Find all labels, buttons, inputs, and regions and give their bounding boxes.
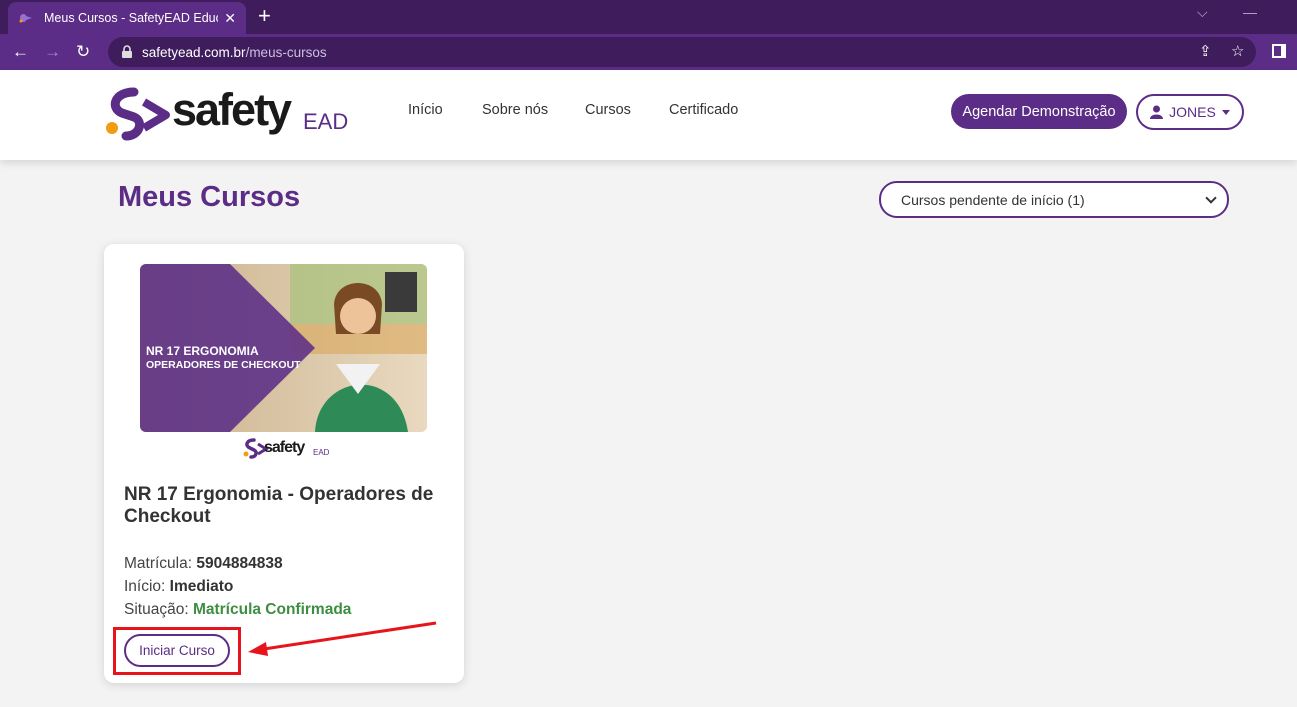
tab-title: Meus Cursos - SafetyEAD Educaç — [44, 11, 219, 25]
schedule-demo-button[interactable]: Agendar Demonstração — [951, 94, 1127, 129]
lock-icon — [122, 45, 132, 58]
site-header: safety EAD Início Sobre nós Cursos Certi… — [0, 70, 1297, 160]
nav-inicio[interactable]: Início — [408, 102, 443, 118]
course-filter-select[interactable]: Cursos pendente de início (1) — [879, 181, 1229, 218]
back-icon[interactable]: ← — [12, 42, 29, 62]
thumbnail-title: NR 17 ERGONOMIA — [146, 344, 259, 358]
tab-close-icon[interactable]: ✕ — [224, 10, 236, 27]
mini-logo-suffix: EAD — [313, 448, 330, 457]
start-value: Imediato — [169, 578, 234, 595]
start-row: Início: Imediato — [124, 578, 234, 595]
enrollment-number: 5904884838 — [196, 555, 283, 572]
side-panel-icon[interactable] — [1272, 44, 1286, 58]
browser-tabstrip: Meus Cursos - SafetyEAD Educaç ✕ + ⌵ — — [0, 0, 1297, 34]
browser-tab[interactable]: Meus Cursos - SafetyEAD Educaç ✕ — [8, 2, 246, 34]
annotation-arrow-icon — [248, 621, 437, 656]
user-menu-button[interactable]: JONES — [1136, 94, 1244, 130]
reload-icon[interactable]: ↻ — [76, 42, 90, 62]
annotation-highlight-box — [113, 627, 241, 675]
url-text: safetyead.com.br/meus-cursos — [142, 44, 327, 60]
enrollment-row: Matrícula: 5904884838 — [124, 555, 283, 572]
address-bar[interactable]: safetyead.com.br/meus-cursos — [108, 37, 1256, 67]
course-title[interactable]: NR 17 Ergonomia - Operadores de Checkout — [124, 484, 444, 528]
chevron-down-icon — [1221, 109, 1230, 115]
forward-icon[interactable]: → — [44, 42, 61, 62]
logo-suffix: EAD — [303, 109, 349, 134]
nav-sobre-nos[interactable]: Sobre nós — [482, 102, 548, 118]
share-icon[interactable]: ⇪ — [1199, 42, 1212, 60]
site-favicon-icon — [18, 10, 34, 26]
tab-search-icon[interactable]: ⌵ — [1197, 4, 1208, 21]
nav-certificado[interactable]: Certificado — [669, 102, 738, 118]
new-tab-icon[interactable]: + — [258, 4, 271, 28]
page-title: Meus Cursos — [118, 181, 301, 213]
browser-toolbar: ← → ↻ safetyead.com.br/meus-cursos ⇪ ☆ — [0, 34, 1297, 70]
user-icon — [1150, 105, 1164, 119]
filter-selected-value: Cursos pendente de início (1) — [901, 191, 1085, 208]
thumbnail-subtitle: OPERADORES DE CHECKOUT — [146, 359, 301, 371]
course-thumbnail[interactable]: NR 17 ERGONOMIA OPERADORES DE CHECKOUT — [140, 264, 427, 432]
mini-logo-wordmark: safety — [264, 439, 305, 456]
logo-wordmark: safety — [172, 84, 292, 135]
user-name: JONES — [1169, 104, 1216, 120]
nav-cursos[interactable]: Cursos — [585, 102, 631, 118]
bookmark-star-icon[interactable]: ☆ — [1231, 42, 1244, 60]
minimize-icon[interactable]: — — [1243, 4, 1257, 20]
chevron-down-icon — [1205, 191, 1217, 204]
